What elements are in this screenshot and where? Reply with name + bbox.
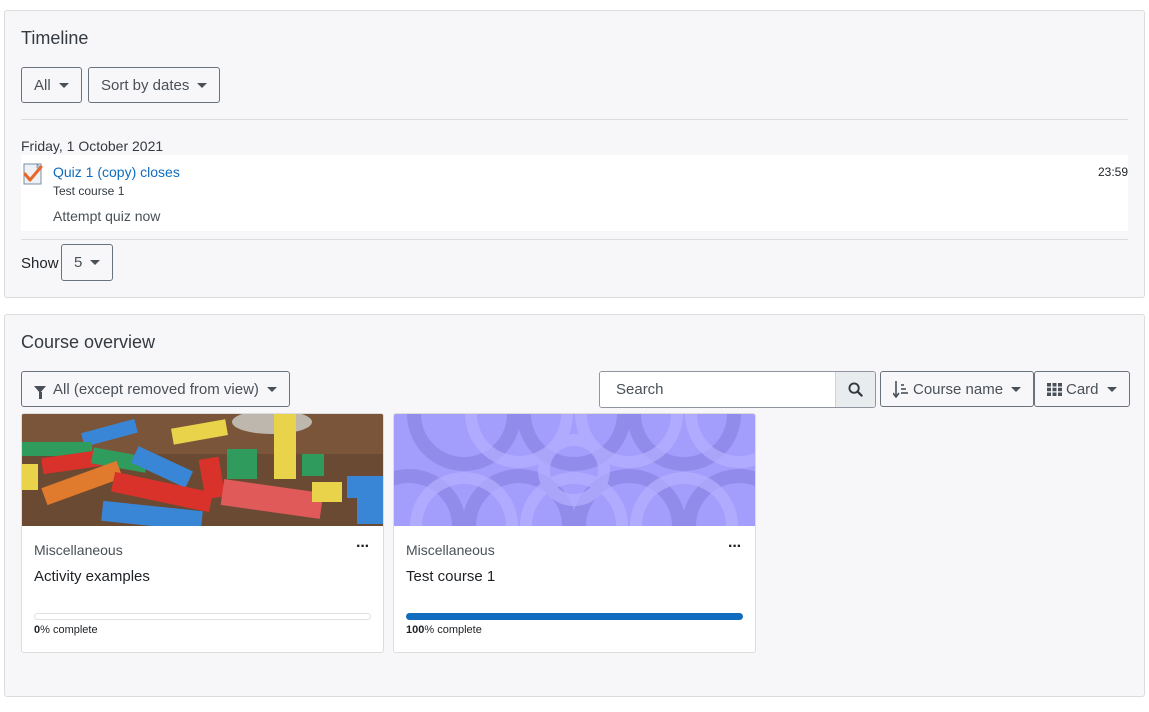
course-filter-label: All (except removed from view) <box>53 380 259 398</box>
progress-value: 100 <box>406 624 425 636</box>
course-card[interactable]: Miscellaneous ··· Activity examples 0% c… <box>21 413 384 653</box>
search-button[interactable] <box>835 372 875 407</box>
timeline-block: Timeline All Sort by dates Friday, 1 Oct… <box>4 10 1145 298</box>
course-category: Miscellaneous <box>34 542 123 558</box>
progress-suffix: % complete <box>40 624 98 636</box>
course-progress-text: 0% complete <box>34 624 98 636</box>
quiz-icon <box>23 163 43 185</box>
timeline-event-time: 23:59 <box>1097 165 1128 179</box>
course-overview-title: Course overview <box>21 332 156 352</box>
course-search-input[interactable] <box>600 372 836 407</box>
course-category: Miscellaneous <box>406 542 495 558</box>
show-count-dropdown[interactable]: 5 <box>61 244 114 281</box>
caret-down-icon <box>266 386 277 392</box>
divider <box>21 119 1128 120</box>
filter-icon <box>34 385 46 399</box>
course-progress-bar <box>406 613 743 620</box>
caret-down-icon <box>1106 386 1117 392</box>
attempt-quiz-action[interactable]: Attempt quiz now <box>53 208 160 224</box>
course-filter-dropdown[interactable]: All (except removed from view) <box>21 371 290 407</box>
circles-pattern-image <box>394 414 755 526</box>
show-count-label: Show <box>21 255 59 272</box>
wooden-blocks-image <box>22 414 383 526</box>
timeline-event-link[interactable]: Quiz 1 (copy) closes <box>53 164 180 180</box>
course-name-link[interactable]: Activity examples <box>34 568 150 585</box>
timeline-event-course: Test course 1 <box>53 184 125 198</box>
timeline-title: Timeline <box>21 28 89 48</box>
course-progress-bar <box>34 613 371 620</box>
course-name-link[interactable]: Test course 1 <box>406 568 495 585</box>
sort-icon <box>893 381 908 398</box>
caret-down-icon <box>58 82 69 88</box>
timeline-filter-label: All <box>34 76 51 94</box>
timeline-sort-dropdown[interactable]: Sort by dates <box>88 67 221 103</box>
divider <box>21 239 1128 240</box>
course-overview-block: Course overview All (except removed from… <box>4 314 1145 697</box>
caret-down-icon <box>197 82 208 88</box>
search-icon <box>848 382 863 397</box>
timeline-filter-dropdown[interactable]: All <box>21 67 82 103</box>
course-progress-text: 100% complete <box>406 624 482 636</box>
course-actions-menu[interactable]: ··· <box>356 539 370 555</box>
caret-down-icon <box>90 260 101 265</box>
course-actions-menu[interactable]: ··· <box>728 539 742 555</box>
timeline-event-item: Quiz 1 (copy) closes Test course 1 Attem… <box>21 155 1128 231</box>
course-view-dropdown[interactable]: Card <box>1034 371 1130 407</box>
course-view-label: Card <box>1066 380 1099 398</box>
timeline-sort-label: Sort by dates <box>101 76 190 94</box>
course-card[interactable]: Miscellaneous ··· Test course 1 100% com… <box>393 413 756 653</box>
caret-down-icon <box>1011 386 1022 392</box>
course-sort-dropdown[interactable]: Course name <box>880 371 1035 407</box>
course-sort-label: Course name <box>913 380 1004 398</box>
course-image-pattern[interactable] <box>394 414 755 526</box>
progress-suffix: % complete <box>424 624 482 636</box>
show-count-value: 5 <box>74 254 83 271</box>
course-image-wooden-blocks[interactable] <box>22 414 383 526</box>
progress-fill <box>406 613 743 620</box>
timeline-date-heading: Friday, 1 October 2021 <box>21 138 164 154</box>
course-search <box>599 371 876 408</box>
grid-icon <box>1047 382 1062 396</box>
